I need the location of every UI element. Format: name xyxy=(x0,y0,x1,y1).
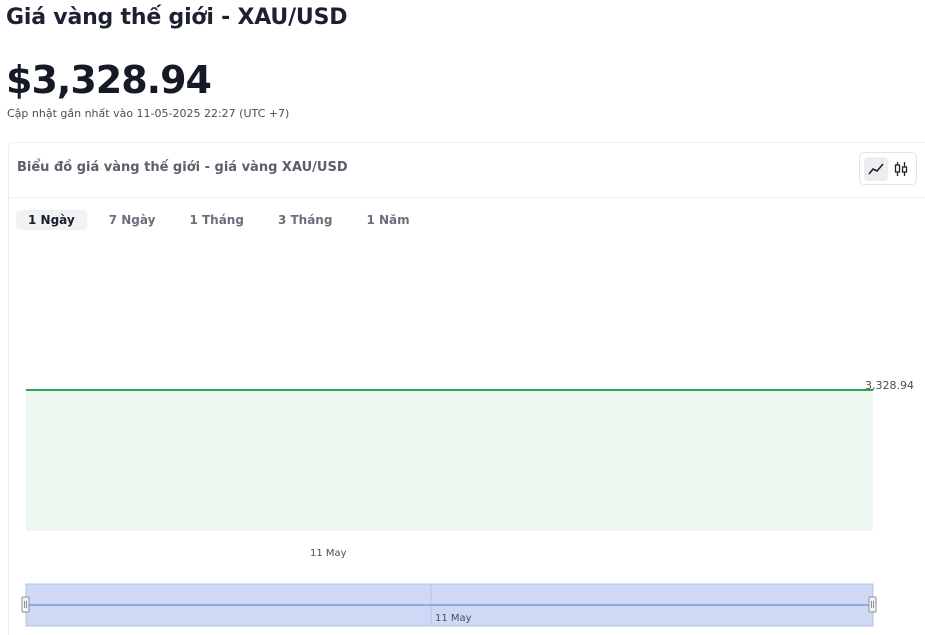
x-axis-label: 11 May xyxy=(310,548,347,559)
last-value-label: 3,328.94 xyxy=(865,379,914,392)
range-navigator[interactable]: 11 May xyxy=(21,583,877,627)
price-chart: 3,328.94 11 May 11 May xyxy=(21,379,914,627)
chart-area-fill xyxy=(26,390,873,531)
navigator-handle-left[interactable] xyxy=(21,596,30,613)
navigator-label: 11 May xyxy=(435,613,472,624)
navigator-handle-right[interactable] xyxy=(868,596,877,613)
